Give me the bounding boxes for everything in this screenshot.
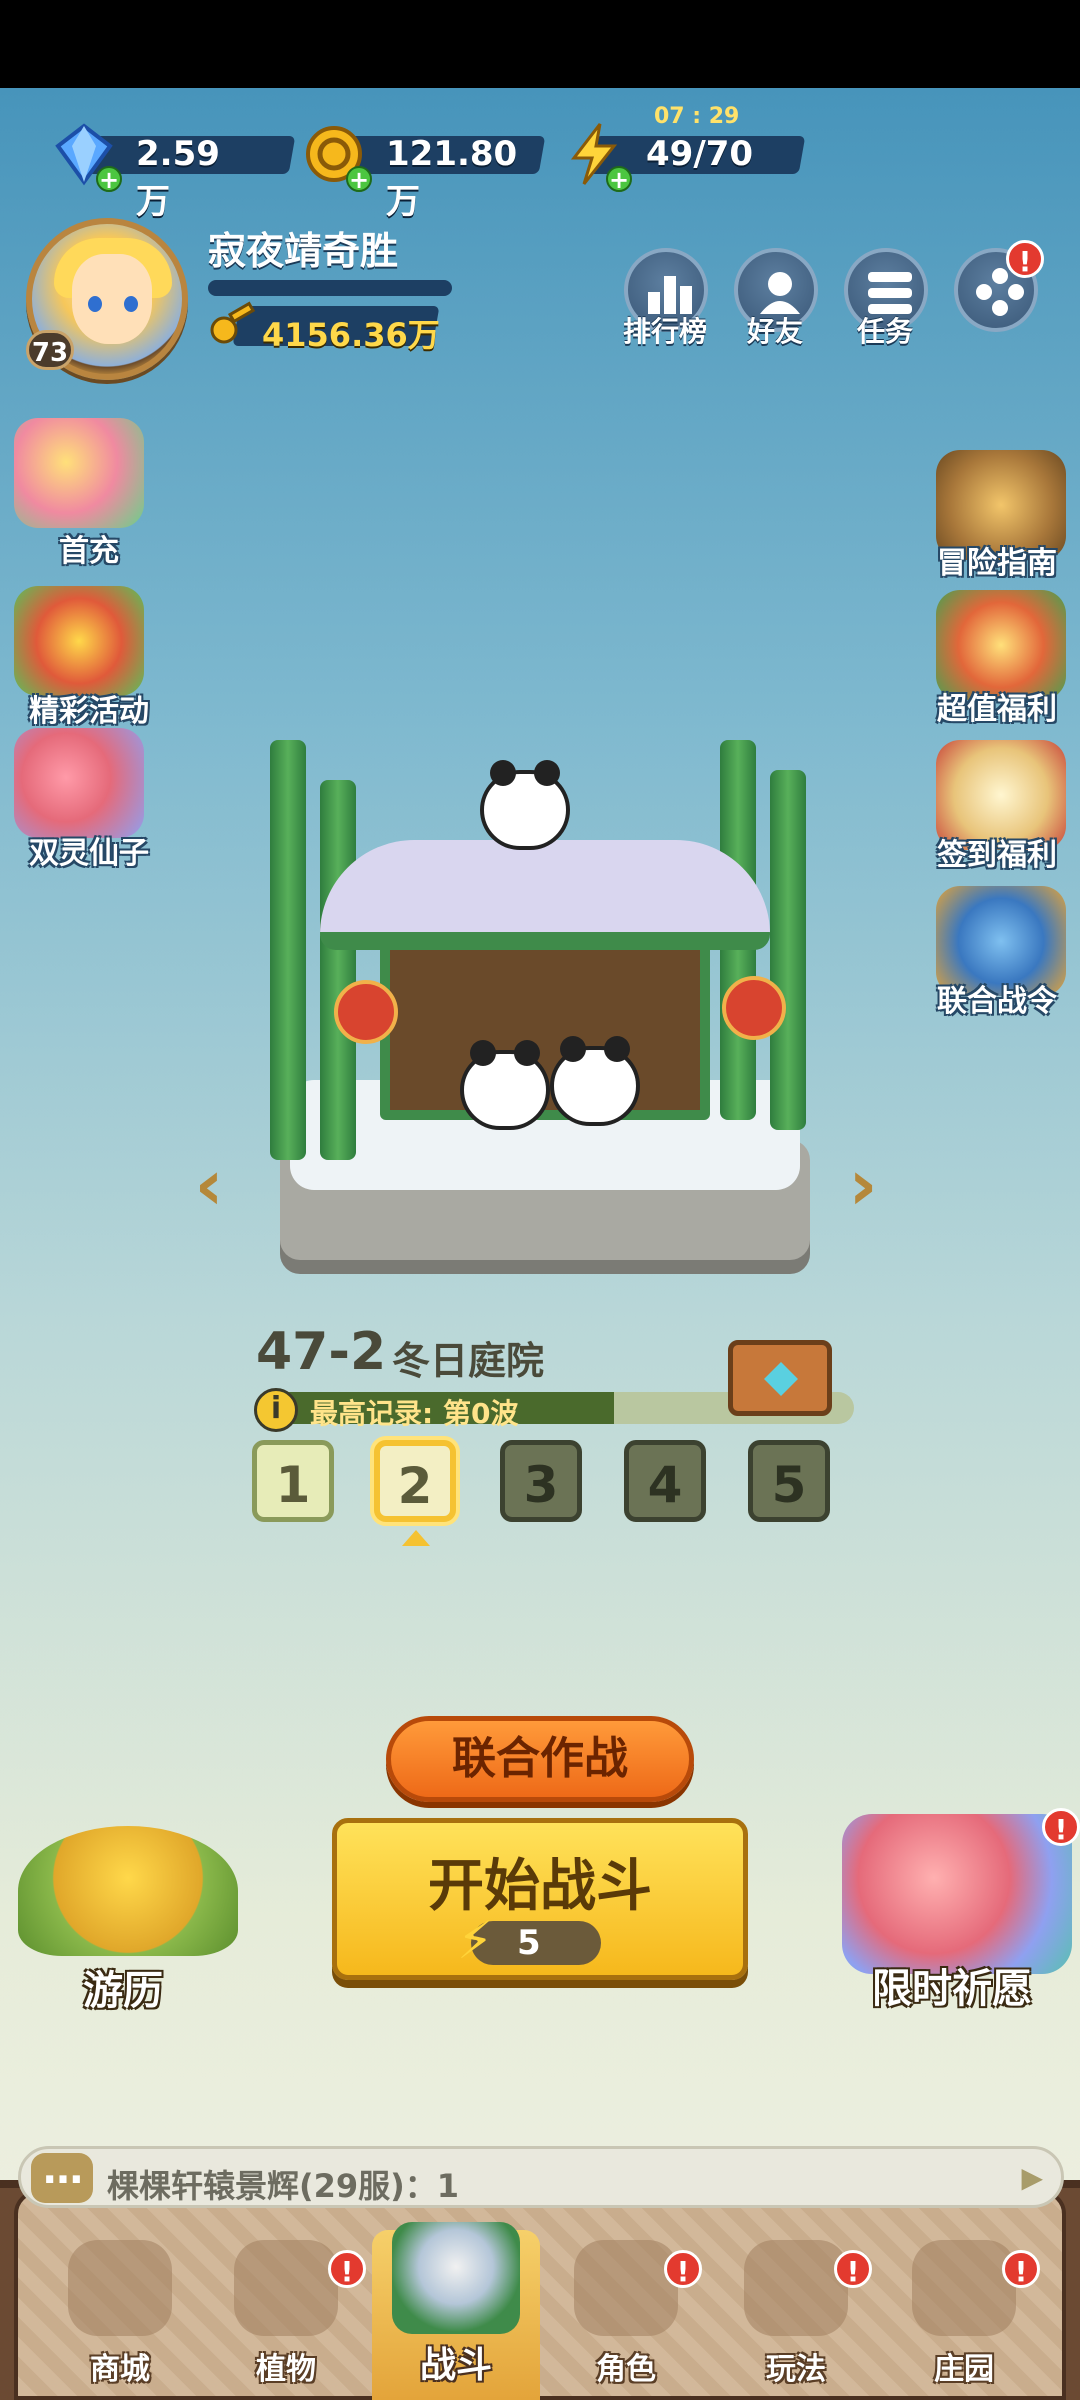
coop-battle-button[interactable]: 联合作战 [386,1716,694,1802]
previous-stage-arrow-icon[interactable]: ‹ [184,1150,234,1220]
energy-cost-icon: ⚡ [457,1911,494,1971]
signin-welfare-label: 签到福利 [937,838,1057,873]
chat-bubble-icon [31,2147,93,2203]
panda-sitting-1 [460,1040,550,1130]
tasks-label: 任务 [856,315,913,348]
wave-2-button[interactable]: 2 [374,1440,456,1522]
value-welfare-label: 超值福利 [937,692,1057,727]
avatar-face [72,254,152,344]
player-exp-bar [208,280,452,296]
coin-value: 121.80万 [386,134,518,222]
limited-wish-button[interactable]: 限时祈愿 [832,1814,1080,2012]
wave-4-button[interactable]: 4 [624,1440,706,1522]
start-cost-pill: ⚡ 5 [457,1911,601,1971]
coop-battle-label: 联合作战 [452,1733,628,1784]
nav-shop-label: 商城 [90,2352,150,2387]
key-icon [210,301,256,344]
wave-3-button[interactable]: 3 [500,1440,582,1522]
first-recharge-event[interactable]: 首充 [4,418,154,569]
windmill-icon [392,2222,520,2334]
chat-body: 轩辕景辉(29服)：1 [171,2167,460,2205]
nav-shop[interactable]: 商城 [40,2240,200,2400]
stage-number: 47-2 [256,1322,387,1382]
manor-alert-icon: ! [1002,2250,1040,2288]
lantern-left [334,980,398,1044]
gameplay-icon [744,2240,848,2336]
events-art [14,586,144,696]
nav-battle-label: 战斗 [419,2345,492,2386]
energy-timer: 07 : 29 [654,104,740,129]
energy-value: 49/70 [646,134,754,174]
world-chat-bar[interactable]: 棵棵轩辕景辉(29服)：1 ▶ [18,2146,1064,2208]
player-level-badge: 73 [26,330,74,370]
battle-pass-label: 联合战令 [937,984,1057,1019]
player-name: 寂夜靖奇胜 [208,229,399,273]
bamboo-left-2 [320,780,356,1160]
nav-battle[interactable]: 战斗 [372,2222,540,2400]
value-welfare[interactable]: 超值福利 [926,590,1076,730]
status-bar [0,0,1080,88]
battle-pass[interactable]: 联合战令 [926,886,1076,1026]
nav-role-label: 角色 [596,2352,656,2387]
chat-prefix: 棵棵 [107,2167,172,2205]
panda-sitting-2 [550,1036,640,1126]
player-gold-value: 4156.36万 [262,316,440,354]
nav-plants-label: 植物 [256,2352,316,2387]
record-text: 最高记录: 第0波 [310,1397,519,1430]
wish-art [842,1814,1072,1974]
wave-1-button[interactable]: 1 [252,1440,334,1522]
level-scene[interactable] [230,720,860,1300]
gem-add-icon[interactable]: + [96,166,122,192]
events-label: 精彩活动 [29,694,149,729]
menu-alert-icon: ! [1006,240,1044,278]
nav-manor-label: 庄园 [934,2352,994,2387]
twin-fairy-event[interactable]: 双灵仙子 [4,728,154,871]
info-icon[interactable]: i [254,1388,298,1432]
ranking-label: 排行榜 [622,315,707,348]
treasure-chest-icon[interactable] [728,1340,832,1416]
bamboo-left [270,740,306,1160]
shop-icon [68,2240,172,2336]
role-alert-icon: ! [664,2250,702,2288]
avatar-eye-left [88,296,102,312]
start-battle-button[interactable]: 开始战斗 ⚡ 5 [332,1818,748,1980]
twin-fairy-art [14,728,144,838]
wave-5-button[interactable]: 5 [748,1440,830,1522]
stage-name: 冬日庭院 [392,1339,545,1383]
signin-welfare[interactable]: 签到福利 [926,740,1076,880]
travel-button[interactable]: 游历 [8,1826,238,2014]
lantern-right [722,976,786,1040]
manor-icon [912,2240,1016,2336]
current-wave-caret-icon [402,1530,430,1546]
bamboo-right [770,770,806,1130]
twin-fairy-label: 双灵仙子 [29,836,149,871]
plants-alert-icon: ! [328,2250,366,2288]
first-recharge-art [14,418,144,528]
energy-add-icon[interactable]: + [606,166,632,192]
first-recharge-label: 首充 [59,534,119,569]
plant-icon [234,2240,338,2336]
adventure-guide[interactable]: 冒险指南 [926,450,1076,590]
character-icon [574,2240,678,2336]
travel-label: 游历 [83,1968,163,2014]
gem-value: 2.59万 [136,134,220,222]
wish-alert-icon: ! [1042,1808,1080,1846]
panda-on-roof [480,760,570,850]
next-stage-arrow-icon[interactable]: › [838,1150,888,1220]
chat-message: 棵棵轩辕景辉(29服)：1 [107,2161,459,2207]
chat-expand-icon[interactable]: ▶ [1021,2161,1043,2194]
limited-wish-label: 限时祈愿 [872,1966,1032,2012]
coin-add-icon[interactable]: + [346,166,372,192]
start-battle-label: 开始战斗 [428,1854,652,1919]
friends-label: 好友 [746,315,803,348]
adventure-guide-label: 冒险指南 [937,546,1057,581]
play-alert-icon: ! [834,2250,872,2288]
scene-snowy-roof [320,840,770,950]
nav-play-label: 玩法 [766,2352,826,2387]
start-cost-value: 5 [517,1923,541,1963]
treasure-pile-art [18,1826,238,1956]
avatar-eye-right [124,296,138,312]
events-entry[interactable]: 精彩活动 [4,586,154,729]
